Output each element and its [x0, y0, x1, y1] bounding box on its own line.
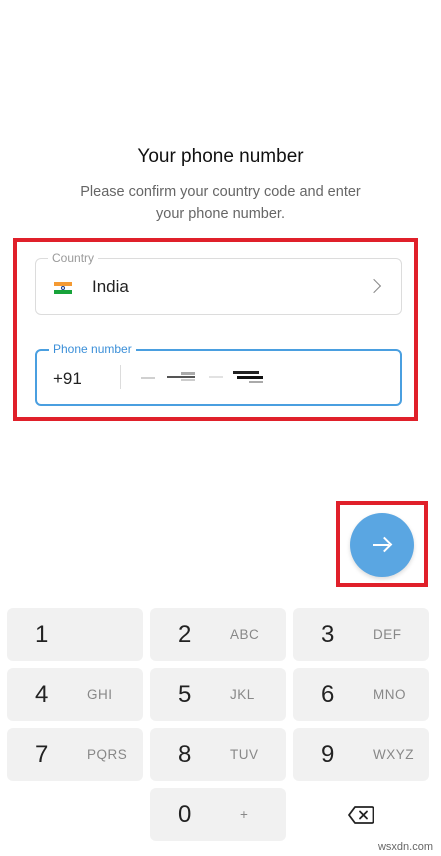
next-button[interactable]: [350, 513, 414, 577]
country-code[interactable]: +91: [53, 369, 82, 389]
numeric-keypad: 1 2 ABC 3 DEF 4 GHI 5 JKL 6 MNO 7 PQRS 8…: [0, 598, 441, 856]
key-digit: 6: [321, 681, 335, 708]
phone-number-label: Phone number: [49, 342, 136, 356]
backspace-key[interactable]: [293, 788, 429, 841]
key-digit: 0: [178, 801, 192, 828]
subtitle-line-2: your phone number.: [156, 206, 285, 222]
key-9[interactable]: 9 WXYZ: [293, 728, 429, 781]
key-digit: 5: [178, 681, 192, 708]
key-letters: TUV: [230, 747, 259, 762]
key-4[interactable]: 4 GHI: [7, 668, 143, 721]
key-2[interactable]: 2 ABC: [150, 608, 286, 661]
redacted-number: [167, 376, 195, 378]
redacted-number: [237, 376, 263, 379]
key-letters: JKL: [230, 687, 255, 702]
key-3[interactable]: 3 DEF: [293, 608, 429, 661]
key-digit: 4: [35, 681, 49, 708]
redacted-number: [209, 376, 223, 378]
key-digit: 1: [35, 621, 49, 648]
key-digit: 8: [178, 741, 192, 768]
watermark: wsxdn.com: [377, 841, 433, 853]
key-digit: 2: [178, 621, 192, 648]
redacted-number: [181, 372, 195, 375]
key-8[interactable]: 8 TUV: [150, 728, 286, 781]
country-label: Country: [48, 251, 99, 265]
key-digit: 9: [321, 741, 335, 768]
redacted-number: [181, 379, 195, 381]
page-subtitle: Please confirm your country code and ent…: [40, 181, 401, 225]
key-letters: MNO: [373, 687, 406, 702]
key-1[interactable]: 1: [7, 608, 143, 661]
key-5[interactable]: 5 JKL: [150, 668, 286, 721]
key-7[interactable]: 7 PQRS: [7, 728, 143, 781]
country-value: India: [92, 277, 129, 296]
redacted-number: [233, 371, 259, 374]
key-letters: PQRS: [87, 747, 128, 762]
key-6[interactable]: 6 MNO: [293, 668, 429, 721]
key-letters: DEF: [373, 627, 402, 642]
field-divider: [120, 365, 121, 389]
key-0[interactable]: 0 +: [150, 788, 286, 841]
subtitle-line-1: Please confirm your country code and ent…: [80, 184, 361, 200]
key-letters: ABC: [230, 627, 260, 642]
key-letters: +: [240, 807, 249, 822]
key-digit: 3: [321, 621, 335, 648]
key-letters: WXYZ: [373, 747, 414, 762]
key-digit: 7: [35, 741, 49, 768]
page-title: Your phone number: [137, 146, 304, 167]
redacted-number: [141, 377, 155, 379]
backspace-icon: [348, 805, 374, 824]
redacted-number: [249, 381, 263, 383]
country-selector[interactable]: Country India: [35, 251, 402, 315]
chevron-right-icon: [366, 278, 382, 294]
phone-number-field[interactable]: Phone number +91: [35, 342, 402, 406]
key-letters: GHI: [87, 687, 113, 702]
india-flag-icon: [54, 282, 72, 294]
